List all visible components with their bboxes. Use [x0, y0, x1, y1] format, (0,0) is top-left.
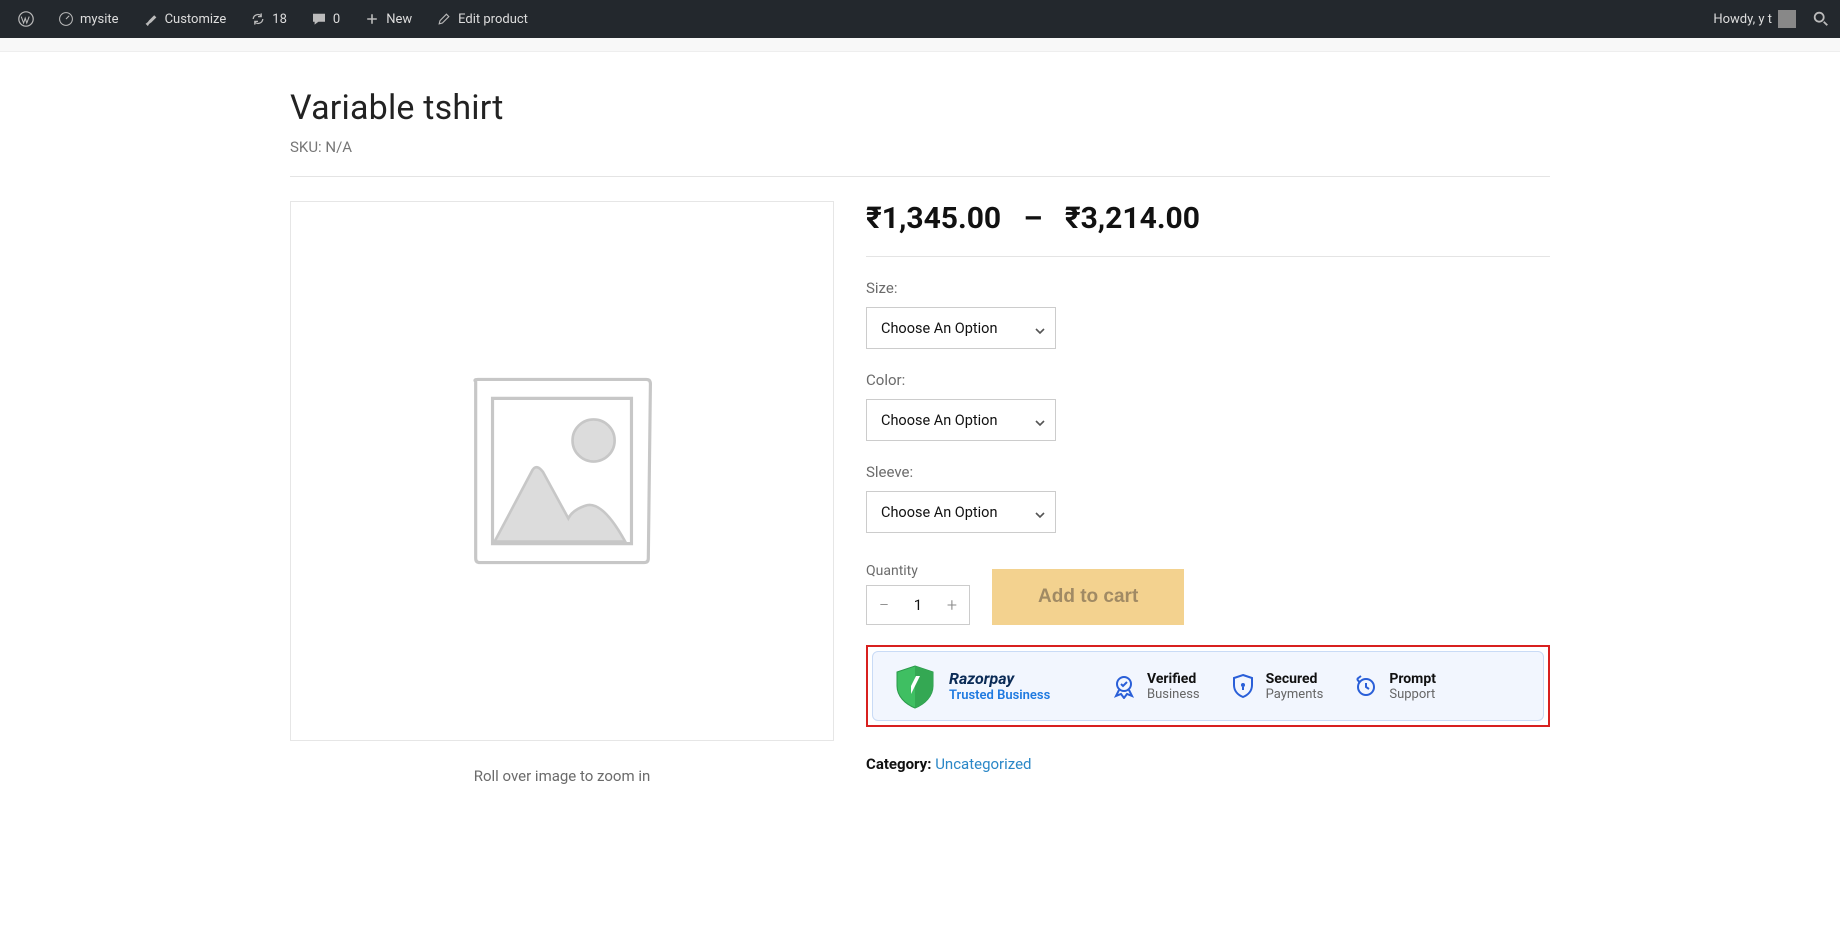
clock-arrow-icon	[1353, 673, 1379, 699]
sku-label: SKU:	[290, 138, 325, 156]
sleeve-label: Sleeve:	[866, 463, 1550, 481]
size-select[interactable]: Choose An Option	[866, 307, 1056, 349]
customize-link[interactable]: Customize	[133, 0, 237, 38]
admin-search-button[interactable]	[1810, 8, 1832, 30]
wp-admin-bar: mysite Customize 18 0 New	[0, 0, 1840, 38]
price-sep: –	[1024, 201, 1043, 236]
quantity-label: Quantity	[866, 563, 970, 579]
category-row: Category: Uncategorized	[866, 755, 1550, 773]
avatar	[1778, 10, 1796, 28]
trust-badge-highlight: Razorpay Trusted Business Verified Busin…	[866, 645, 1550, 727]
quantity-stepper: − 1 +	[866, 585, 970, 625]
razorpay-trust-badge: Razorpay Trusted Business Verified Busin…	[872, 651, 1544, 721]
comment-icon	[311, 11, 327, 27]
price-low: ₹1,345.00	[866, 201, 1001, 236]
color-select[interactable]: Choose An Option	[866, 399, 1056, 441]
add-to-cart-button[interactable]: Add to cart	[992, 569, 1184, 625]
chevron-down-icon	[1034, 414, 1046, 426]
sku-value: N/A	[325, 138, 352, 156]
chevron-down-icon	[1034, 322, 1046, 334]
sku-line: SKU: N/A	[290, 138, 1550, 156]
color-label: Color:	[866, 371, 1550, 389]
qty-minus-button[interactable]: −	[867, 586, 901, 624]
site-name: mysite	[80, 12, 119, 27]
trust-brand: Razorpay	[949, 669, 1050, 688]
updates-link[interactable]: 18	[240, 0, 297, 38]
howdy-link[interactable]: Howdy, y t	[1703, 0, 1806, 38]
brush-icon	[143, 11, 159, 27]
trust-brand-sub: Trusted Business	[949, 688, 1050, 703]
comments-link[interactable]: 0	[301, 0, 350, 38]
category-link[interactable]: Uncategorized	[935, 755, 1031, 773]
qty-value[interactable]: 1	[901, 596, 935, 614]
plus-icon	[364, 11, 380, 27]
ribbon-check-icon	[1111, 673, 1137, 699]
wp-logo[interactable]	[8, 0, 44, 38]
trust-item-sub: Payments	[1266, 687, 1324, 702]
size-select-value: Choose An Option	[866, 307, 1056, 349]
size-label: Size:	[866, 279, 1550, 297]
color-select-value: Choose An Option	[866, 399, 1056, 441]
new-link[interactable]: New	[354, 0, 422, 38]
product-title: Variable tshirt	[290, 88, 1550, 128]
trust-item-title: Verified	[1147, 671, 1200, 687]
price-high: ₹3,214.00	[1065, 201, 1200, 236]
dashboard-icon	[58, 11, 74, 27]
category-label: Category:	[866, 755, 935, 773]
product-image[interactable]	[290, 201, 834, 741]
howdy-text: Howdy, y t	[1713, 12, 1772, 27]
update-icon	[250, 11, 266, 27]
sleeve-select-value: Choose An Option	[866, 491, 1056, 533]
shield-lock-icon	[1230, 673, 1256, 699]
trust-item-title: Prompt	[1389, 671, 1436, 687]
qty-plus-button[interactable]: +	[935, 586, 969, 624]
image-placeholder-icon	[467, 371, 657, 571]
zoom-hint: Roll over image to zoom in	[290, 767, 834, 785]
price-range: ₹1,345.00 – ₹3,214.00	[866, 201, 1550, 257]
header-band	[0, 38, 1840, 52]
sleeve-select[interactable]: Choose An Option	[866, 491, 1056, 533]
comments-count: 0	[333, 12, 340, 27]
new-label: New	[386, 12, 412, 27]
wordpress-icon	[18, 11, 34, 27]
trust-item-sub: Support	[1389, 687, 1436, 702]
trust-item-sub: Business	[1147, 687, 1200, 702]
search-icon	[1812, 10, 1830, 28]
edit-product-link[interactable]: Edit product	[426, 0, 538, 38]
site-name-link[interactable]: mysite	[48, 0, 129, 38]
edit-label: Edit product	[458, 12, 528, 27]
pencil-icon	[436, 11, 452, 27]
updates-count: 18	[272, 12, 287, 27]
customize-label: Customize	[165, 12, 227, 27]
trust-item-title: Secured	[1266, 671, 1324, 687]
shield-icon	[891, 662, 939, 710]
chevron-down-icon	[1034, 506, 1046, 518]
